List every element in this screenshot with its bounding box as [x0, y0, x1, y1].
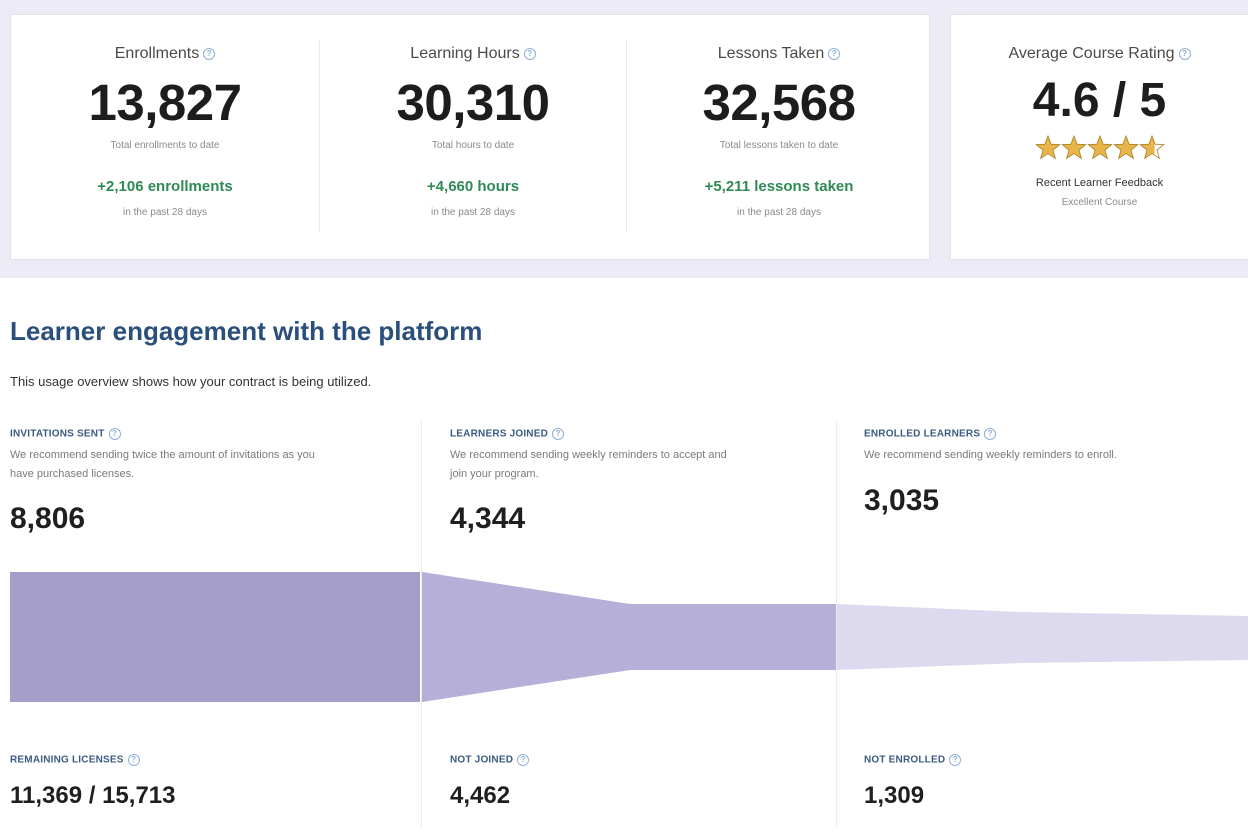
rating-label: Average Course Rating?: [951, 45, 1248, 63]
description-line: have purchased licenses.: [10, 468, 135, 480]
feedback-text: Excellent Course: [1061, 197, 1138, 208]
star-icon: [1087, 135, 1112, 159]
funnel-segment-invitations: [10, 572, 420, 702]
invitations-sent-value: 8,806: [10, 502, 86, 535]
stat-subtitle: Total enrollments to date: [110, 140, 220, 151]
engagement-funnel: [10, 572, 1248, 702]
star-icon: [1113, 135, 1138, 159]
feedback-title: Recent Learner Feedback: [1035, 177, 1164, 189]
info-icon[interactable]: ?: [108, 428, 121, 440]
learners-joined-description: We recommend sending weekly reminders to…: [450, 446, 727, 484]
description-line: We recommend sending weekly reminders to…: [864, 449, 1117, 461]
stat-value: 30,310: [396, 74, 551, 131]
description-line: We recommend sending twice the amount of…: [10, 449, 315, 461]
rating-value: 4.6 / 5: [1032, 74, 1167, 127]
section-description: This usage overview shows how your contr…: [10, 374, 372, 389]
stat-subtitle: Total lessons taken to date: [719, 140, 839, 151]
stars-svg: [1035, 135, 1164, 159]
stat-delta: +5,211 lessons taken: [704, 178, 854, 195]
stat-enrollments: Enrollments? 13,827 Total enrollments to…: [11, 15, 319, 261]
description-line: join your program.: [450, 468, 539, 480]
stat-value: 32,568: [702, 74, 857, 131]
stat-label: Enrollments?: [11, 45, 319, 63]
info-icon[interactable]: ?: [828, 47, 841, 60]
remaining-licenses-value: 11,369 / 15,713: [10, 782, 176, 809]
funnel-segment-enrolled: [837, 604, 1248, 670]
stat-delta: +4,660 hours: [426, 178, 520, 195]
learners-joined-label: LEARNERS JOINED?: [450, 428, 565, 440]
info-icon[interactable]: ?: [127, 754, 140, 766]
star-rating: [951, 135, 1248, 166]
info-icon[interactable]: ?: [984, 428, 997, 440]
stat-delta: +2,106 enrollments: [97, 178, 233, 195]
invitations-description: We recommend sending twice the amount of…: [10, 446, 315, 484]
info-icon[interactable]: ?: [203, 47, 216, 60]
enrolled-learners-value: 3,035: [864, 484, 940, 517]
info-icon[interactable]: ?: [552, 428, 565, 440]
star-icon: [1061, 135, 1086, 159]
funnel-segment-joined: [422, 572, 836, 702]
not-enrolled-value: 1,309: [864, 782, 925, 809]
not-enrolled-label: NOT ENROLLED?: [864, 754, 962, 766]
stat-period: in the past 28 days: [431, 207, 515, 218]
star-icon: [1035, 135, 1060, 159]
enrolled-learners-description: We recommend sending weekly reminders to…: [864, 446, 1117, 465]
stat-learning-hours: Learning Hours? 30,310 Total hours to da…: [320, 15, 626, 261]
info-icon[interactable]: ?: [523, 47, 536, 60]
stat-period: in the past 28 days: [737, 207, 821, 218]
stat-period: in the past 28 days: [123, 207, 207, 218]
stat-subtitle: Total hours to date: [431, 140, 515, 151]
section-title: Learner engagement with the platform: [10, 316, 483, 346]
stat-label: Lessons Taken?: [627, 45, 931, 63]
stats-card: Enrollments? 13,827 Total enrollments to…: [10, 14, 930, 260]
stat-label: Learning Hours?: [320, 45, 626, 63]
info-icon[interactable]: ?: [949, 754, 962, 766]
enrolled-learners-label: ENROLLED LEARNERS?: [864, 428, 997, 440]
remaining-licenses-label: REMAINING LICENSES?: [10, 754, 140, 766]
invitations-sent-label: INVITATIONS SENT?: [10, 428, 121, 440]
not-joined-label: NOT JOINED?: [450, 754, 530, 766]
star-half-icon: [1139, 135, 1164, 159]
not-joined-value: 4,462: [450, 782, 511, 809]
description-line: We recommend sending weekly reminders to…: [450, 449, 727, 461]
info-icon[interactable]: ?: [1178, 47, 1191, 60]
rating-card: Average Course Rating? 4.6 / 5 Recent Le…: [950, 14, 1248, 260]
stat-lessons-taken: Lessons Taken? 32,568 Total lessons take…: [627, 15, 931, 261]
stat-value: 13,827: [88, 74, 243, 131]
learners-joined-value: 4,344: [450, 502, 526, 535]
info-icon[interactable]: ?: [517, 754, 530, 766]
